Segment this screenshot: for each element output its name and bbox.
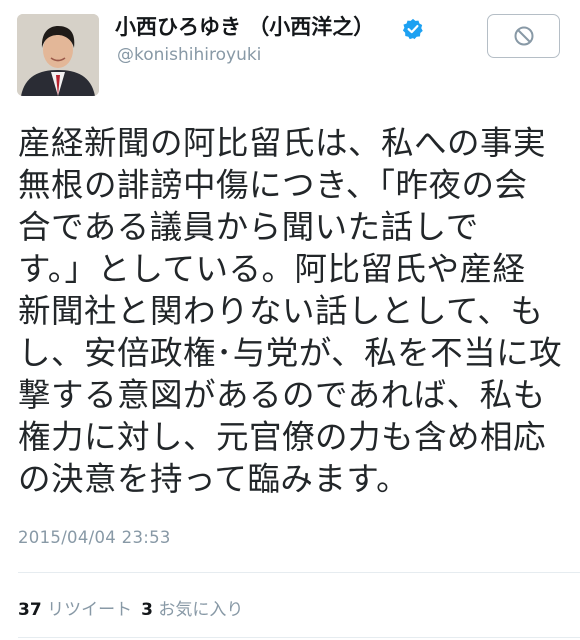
retweet-count: 37 — [18, 600, 42, 620]
tweet-line: 合である議員から聞いた話しで — [18, 208, 479, 246]
divider — [18, 572, 580, 573]
block-button[interactable] — [487, 14, 560, 58]
tweet-line: 無根の誹謗中傷につき、「昨夜の会 — [18, 166, 528, 204]
favorite-count: 3 — [141, 600, 153, 620]
tweet-line: し、安倍政権･与党が、私を不当に攻 — [18, 334, 563, 372]
block-icon — [514, 26, 533, 46]
favorite-stat[interactable]: 3 お気に入り — [141, 600, 243, 620]
tweet-stats: 37 リツイート 3 お気に入り — [18, 595, 243, 620]
timestamp[interactable]: 2015/04/04 23:53 — [18, 528, 171, 547]
avatar-photo — [17, 14, 99, 96]
handle[interactable]: @konishihiroyuki — [117, 44, 261, 66]
tweet-line: す。」としている。阿比留氏や産経 — [18, 250, 526, 288]
tweet-line: の決意を持って臨みます。 — [18, 460, 410, 498]
retweet-stat[interactable]: 37 リツイート — [18, 600, 132, 620]
favorite-label: お気に入り — [158, 600, 244, 620]
verified-badge-icon — [402, 18, 423, 40]
avatar[interactable] — [17, 14, 99, 96]
tweet-line: 権力に対し、元官僚の力も含め相応 — [18, 418, 547, 456]
tweet-text: 産経新聞の阿比留氏は、私への事実 無根の誹謗中傷につき、「昨夜の会 合である議員… — [18, 122, 566, 500]
tweet-line: 新聞社と関わりない話しとして、も — [18, 292, 544, 330]
tweet-line: 産経新聞の阿比留氏は、私への事実 — [18, 124, 547, 162]
divider — [18, 637, 580, 638]
retweet-label: リツイート — [47, 600, 133, 620]
tweet-line: 撃する意図があるのであれば、私も — [18, 376, 546, 414]
display-name[interactable]: 小西ひろゆき （小西洋之） — [115, 14, 374, 40]
